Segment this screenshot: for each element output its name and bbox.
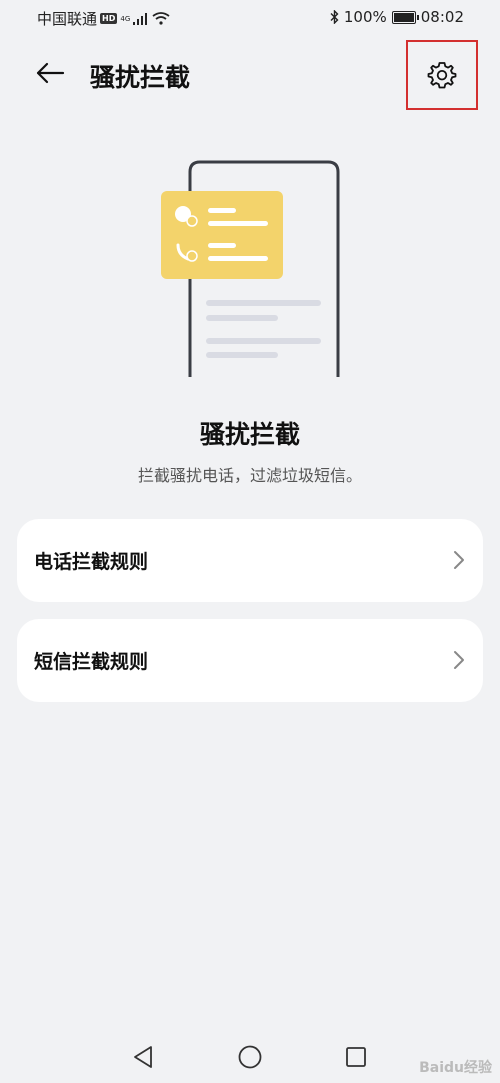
nav-home-button[interactable] — [235, 1042, 265, 1072]
clock: 08:02 — [420, 8, 464, 26]
sms-block-rules-label: 短信拦截规则 — [34, 651, 149, 673]
bluetooth-icon — [330, 10, 339, 24]
blocking-illustration — [161, 160, 340, 377]
status-right: 100% 08:02 — [330, 8, 464, 26]
back-arrow-icon — [36, 62, 65, 84]
watermark: Baidu经验 — [419, 1060, 492, 1076]
nav-back-button[interactable] — [128, 1042, 158, 1072]
feature-description: 拦截骚扰电话，过滤垃圾短信。 — [137, 466, 362, 485]
chevron-right-icon — [454, 551, 464, 569]
sms-block-rules-item[interactable]: 短信拦截规则 — [17, 619, 483, 702]
settings-button[interactable] — [406, 40, 478, 110]
status-bar: 中国联通 HD 4G 100% 08:02 — [0, 0, 500, 34]
settings-gear-icon — [427, 62, 457, 89]
feature-title: 骚扰拦截 — [199, 420, 300, 449]
nav-recents-icon — [346, 1047, 366, 1067]
call-block-rules-label: 电话拦截规则 — [34, 551, 149, 573]
wifi-icon — [152, 12, 170, 25]
chevron-right-icon — [454, 651, 464, 669]
call-block-rules-item[interactable]: 电话拦截规则 — [17, 519, 483, 602]
signal-icon — [133, 12, 148, 25]
hd-badge: HD — [100, 13, 118, 24]
battery-percent: 100% — [343, 8, 387, 26]
page-title: 骚扰拦截 — [90, 63, 191, 92]
nav-home-icon — [238, 1045, 262, 1069]
network-type: 4G — [120, 14, 131, 23]
status-left: 中国联通 HD 4G — [37, 8, 170, 29]
carrier-name: 中国联通 — [37, 10, 98, 28]
battery-icon — [391, 10, 419, 24]
back-button[interactable] — [30, 56, 70, 90]
system-nav-bar: Baidu经验 — [0, 1020, 500, 1083]
nav-recents-button[interactable] — [341, 1042, 371, 1072]
nav-back-icon — [134, 1046, 152, 1068]
app-header: 骚扰拦截 — [0, 40, 500, 110]
